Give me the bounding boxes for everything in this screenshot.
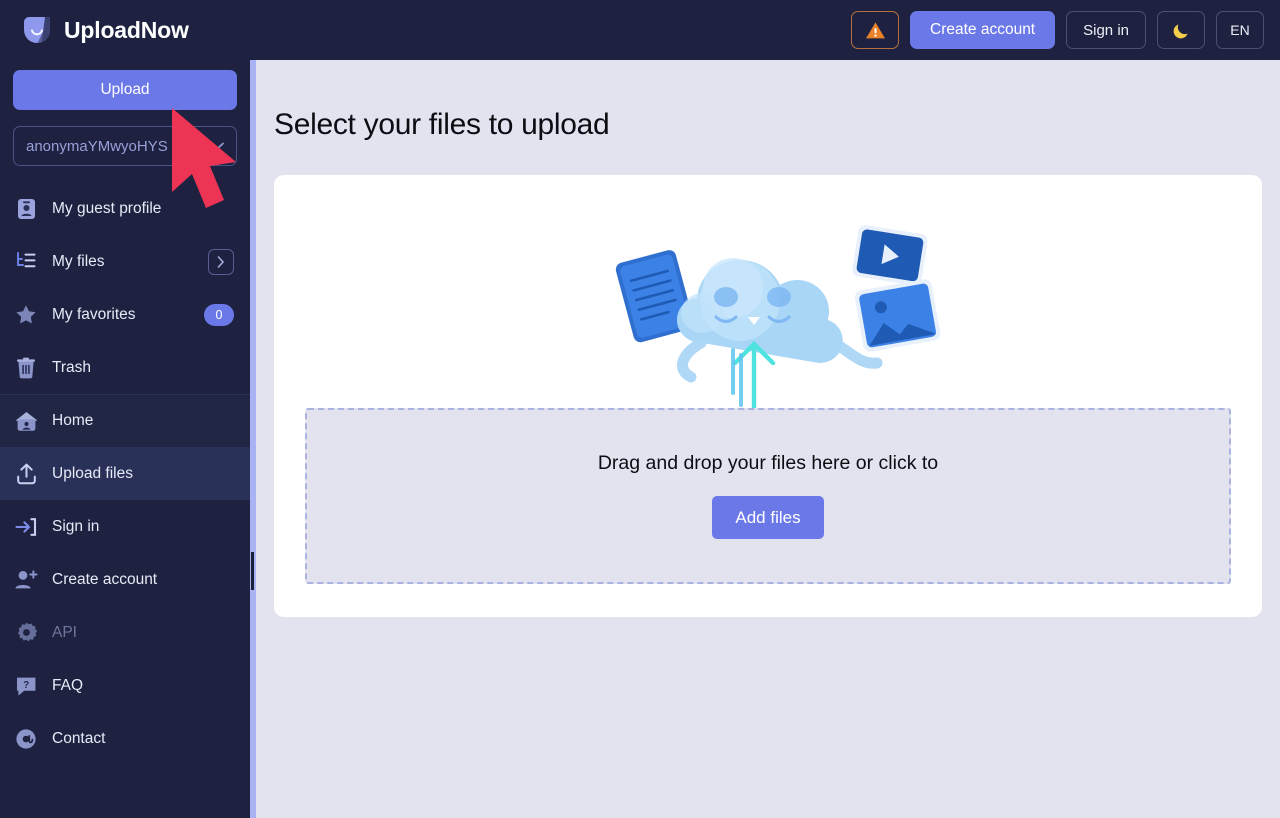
sidebar-item-create-account[interactable]: Create account bbox=[0, 553, 250, 606]
sidebar-scrollbar-track[interactable] bbox=[250, 60, 256, 818]
user-plus-icon bbox=[14, 568, 38, 592]
sidebar-item-home[interactable]: Home bbox=[0, 394, 250, 447]
sidebar-item-label: API bbox=[52, 623, 77, 641]
create-account-button[interactable]: Create account bbox=[910, 11, 1056, 49]
sidebar-item-sign-in[interactable]: Sign in bbox=[0, 500, 250, 553]
star-icon bbox=[14, 303, 38, 327]
sidebar-item-my-favorites[interactable]: My favorites 0 bbox=[0, 288, 250, 341]
main-content: Select your files to upload Drag and dro… bbox=[256, 60, 1280, 818]
favorites-count-badge: 0 bbox=[204, 303, 234, 326]
sidebar-nav: My guest profile My files My favorites 0… bbox=[0, 182, 250, 765]
sidebar-item-label: Home bbox=[52, 412, 94, 429]
cloud-upload-illustration bbox=[615, 225, 941, 423]
sidebar: Upload anonymaYMwyoHYS My guest profile bbox=[0, 60, 250, 818]
id-card-icon bbox=[14, 197, 38, 221]
expand-my-files-button[interactable] bbox=[208, 248, 234, 275]
sidebar-item-label: Create account bbox=[52, 570, 158, 588]
upload-card: Drag and drop your files here or click t… bbox=[274, 175, 1262, 617]
file-tree-icon bbox=[14, 250, 38, 274]
sidebar-item-label: My guest profile bbox=[52, 199, 162, 217]
sidebar-item-my-files[interactable]: My files bbox=[0, 235, 250, 288]
sidebar-item-contact[interactable]: Contact bbox=[0, 712, 250, 765]
warning-button[interactable] bbox=[851, 11, 899, 49]
sidebar-item-label: My favorites bbox=[52, 305, 136, 323]
chevron-down-icon bbox=[210, 142, 224, 150]
sign-in-button[interactable]: Sign in bbox=[1066, 11, 1146, 49]
account-select-value: anonymaYMwyoHYS bbox=[26, 137, 168, 155]
sidebar-item-api[interactable]: API bbox=[0, 606, 250, 659]
sidebar-item-label: Upload files bbox=[52, 464, 133, 482]
sidebar-scrollbar-thumb[interactable] bbox=[251, 552, 254, 590]
at-sign-icon bbox=[14, 727, 38, 751]
sidebar-item-label: Sign in bbox=[52, 517, 100, 535]
moon-icon bbox=[1173, 23, 1188, 38]
sidebar-item-trash[interactable]: Trash bbox=[0, 341, 250, 394]
sidebar-item-upload-files[interactable]: Upload files bbox=[0, 447, 250, 500]
add-files-button[interactable]: Add files bbox=[712, 496, 824, 539]
upload-button[interactable]: Upload bbox=[13, 70, 237, 110]
app-root: UploadNow Create account Sign in EN Uplo… bbox=[0, 0, 1280, 818]
sidebar-item-my-guest-profile[interactable]: My guest profile bbox=[0, 182, 250, 235]
sign-in-icon bbox=[14, 515, 38, 539]
account-select[interactable]: anonymaYMwyoHYS bbox=[13, 126, 237, 166]
brand-name: UploadNow bbox=[64, 16, 189, 43]
brand[interactable]: UploadNow bbox=[22, 15, 189, 45]
gear-icon bbox=[14, 621, 38, 645]
question-bubble-icon: ? bbox=[14, 674, 38, 698]
sidebar-item-label: Contact bbox=[52, 729, 106, 747]
home-icon bbox=[14, 409, 38, 433]
sidebar-item-faq[interactable]: ? FAQ bbox=[0, 659, 250, 712]
chevron-right-icon bbox=[217, 255, 225, 268]
sidebar-item-label: My files bbox=[52, 252, 105, 270]
top-header: UploadNow Create account Sign in EN bbox=[0, 0, 1280, 60]
file-dropzone[interactable]: Drag and drop your files here or click t… bbox=[305, 408, 1231, 584]
upload-icon bbox=[14, 462, 38, 486]
page-title: Select your files to upload bbox=[274, 108, 610, 141]
sidebar-item-label: Trash bbox=[52, 358, 92, 376]
dropzone-instruction: Drag and drop your files here or click t… bbox=[597, 452, 939, 474]
svg-text:?: ? bbox=[23, 680, 29, 691]
trash-icon bbox=[14, 356, 38, 380]
language-button[interactable]: EN bbox=[1216, 11, 1264, 49]
header-actions: Create account Sign in EN bbox=[851, 11, 1264, 49]
theme-toggle-button[interactable] bbox=[1157, 11, 1205, 49]
sidebar-item-label: FAQ bbox=[52, 676, 84, 694]
warning-icon bbox=[865, 21, 885, 38]
uploadnow-logo-icon bbox=[24, 17, 51, 43]
